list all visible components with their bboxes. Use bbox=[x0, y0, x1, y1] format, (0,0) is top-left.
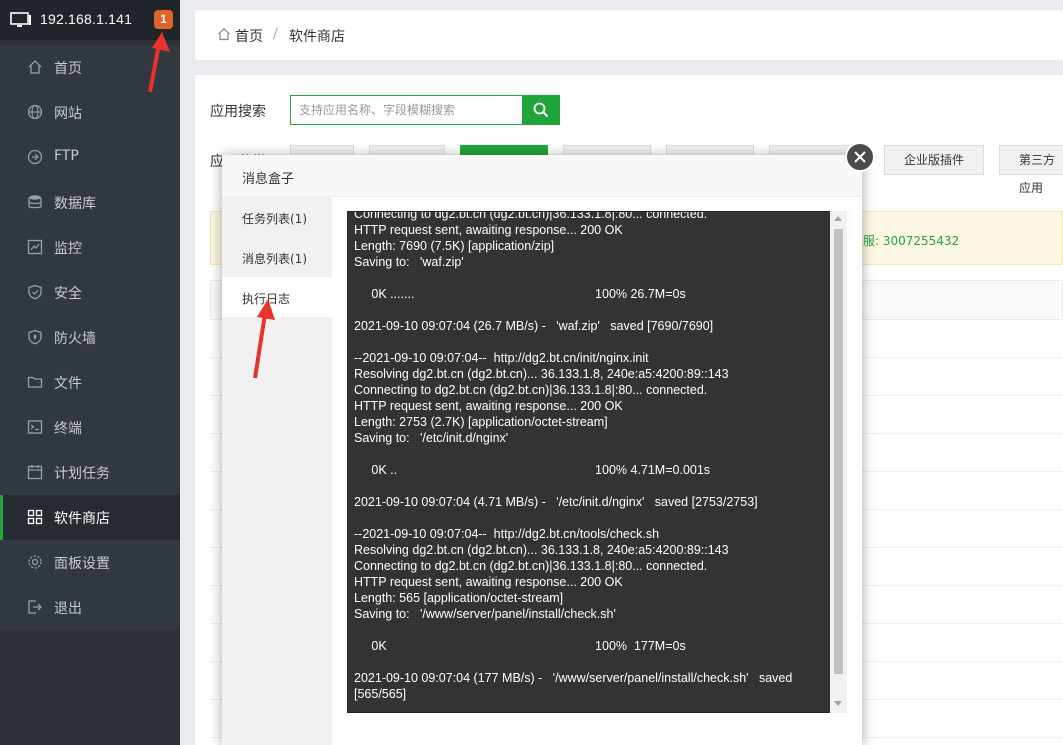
search-icon bbox=[533, 102, 549, 118]
log-text: Connecting to dg2.bt.cn (dg2.bt.cn)|36.1… bbox=[354, 211, 793, 701]
sidebar-item-label: 软件商店 bbox=[54, 511, 110, 527]
sidebar-item-logout[interactable]: 退出 bbox=[0, 585, 180, 630]
server-ip: 192.168.1.141 bbox=[40, 11, 133, 27]
dialog-title-bar: 消息盒子 bbox=[222, 155, 862, 197]
breadcrumb-separator: / bbox=[273, 26, 278, 42]
sidebar-item-label: FTP bbox=[54, 148, 79, 164]
sidebar-item-label: 文件 bbox=[54, 376, 82, 392]
sidebar-item-label: 面板设置 bbox=[54, 556, 110, 572]
search-button[interactable] bbox=[522, 95, 560, 125]
sidebar-item-label: 防火墙 bbox=[54, 331, 96, 347]
search-label: 应用搜索 bbox=[210, 104, 266, 120]
sidebar-item-label: 监控 bbox=[54, 241, 82, 257]
dialog-close-button[interactable] bbox=[845, 142, 875, 172]
firewall-icon bbox=[28, 329, 42, 345]
scroll-down-icon[interactable] bbox=[834, 701, 842, 706]
tab-label: 任务列表(1) bbox=[242, 212, 307, 226]
sidebar-item-firewall[interactable]: 防火墙 bbox=[0, 315, 180, 360]
message-box-dialog: 消息盒子 任务列表(1) 消息列表(1) 执行日志 Connecting to … bbox=[222, 155, 862, 745]
grid-icon bbox=[27, 509, 43, 525]
tab-message-list[interactable]: 消息列表(1) bbox=[222, 237, 332, 277]
log-scrollbar[interactable] bbox=[830, 211, 847, 713]
logout-icon bbox=[28, 600, 42, 614]
log-console[interactable]: Connecting to dg2.bt.cn (dg2.bt.cn)|36.1… bbox=[347, 211, 847, 713]
globe-icon bbox=[27, 104, 43, 120]
sidebar-item-label: 终端 bbox=[54, 421, 82, 437]
gear-icon bbox=[28, 555, 42, 569]
breadcrumb-current: 软件商店 bbox=[289, 29, 345, 45]
close-icon bbox=[854, 151, 866, 163]
sidebar-item-panel-settings[interactable]: 面板设置 bbox=[0, 540, 180, 585]
breadcrumb-home[interactable]: 首页 bbox=[235, 26, 263, 46]
calendar-icon bbox=[27, 465, 43, 480]
category-third-party[interactable]: 第三方应用 bbox=[999, 145, 1063, 195]
sidebar-item-label: 数据库 bbox=[54, 196, 96, 212]
sidebar-menu: 首页 网站 FTP 数据库 监控 安全 防火墙 文件 终端 计划任务 软件商店 … bbox=[0, 45, 180, 630]
sidebar-item-label: 退出 bbox=[54, 601, 82, 617]
sidebar-item-ftp[interactable]: FTP bbox=[0, 135, 180, 180]
annotation-arrow bbox=[148, 32, 170, 93]
sidebar-item-cron[interactable]: 计划任务 bbox=[0, 450, 180, 495]
tab-label: 消息列表(1) bbox=[242, 252, 307, 266]
category-enterprise-plugins[interactable]: 企业版插件 bbox=[884, 145, 984, 175]
scrollbar-thumb[interactable] bbox=[834, 229, 843, 674]
search-input[interactable] bbox=[290, 95, 522, 125]
sidebar-item-label: 计划任务 bbox=[54, 466, 110, 482]
scroll-up-icon[interactable] bbox=[834, 216, 842, 221]
sidebar: 192.168.1.141 1 首页 网站 FTP 数据库 监控 安全 防火墙 … bbox=[0, 0, 180, 745]
computer-icon bbox=[10, 12, 31, 27]
sidebar-item-terminal[interactable]: 终端 bbox=[0, 405, 180, 450]
dialog-tabs: 任务列表(1) 消息列表(1) 执行日志 bbox=[222, 197, 332, 745]
sidebar-item-monitor[interactable]: 监控 bbox=[0, 225, 180, 270]
folder-icon bbox=[27, 376, 43, 388]
sidebar-item-security[interactable]: 安全 bbox=[0, 270, 180, 315]
ftp-icon bbox=[27, 149, 43, 165]
dialog-title: 消息盒子 bbox=[242, 172, 295, 187]
sidebar-item-label: 安全 bbox=[54, 286, 82, 302]
database-icon bbox=[28, 195, 42, 209]
notification-badge[interactable]: 1 bbox=[154, 10, 173, 29]
active-indicator bbox=[0, 495, 3, 540]
sidebar-item-label: 网站 bbox=[54, 106, 82, 122]
terminal-icon bbox=[27, 420, 43, 434]
home-icon bbox=[218, 27, 230, 41]
sidebar-item-software-store[interactable]: 软件商店 bbox=[0, 495, 180, 540]
sidebar-item-database[interactable]: 数据库 bbox=[0, 180, 180, 225]
tab-task-list[interactable]: 任务列表(1) bbox=[222, 197, 332, 237]
sidebar-item-website[interactable]: 网站 bbox=[0, 90, 180, 135]
monitor-icon bbox=[27, 239, 43, 255]
sidebar-item-files[interactable]: 文件 bbox=[0, 360, 180, 405]
sidebar-item-label: 首页 bbox=[54, 61, 82, 77]
annotation-arrow bbox=[253, 299, 275, 379]
shield-icon bbox=[28, 284, 42, 300]
breadcrumb: 首页 / 软件商店 bbox=[195, 10, 1063, 60]
home-icon bbox=[28, 60, 42, 74]
